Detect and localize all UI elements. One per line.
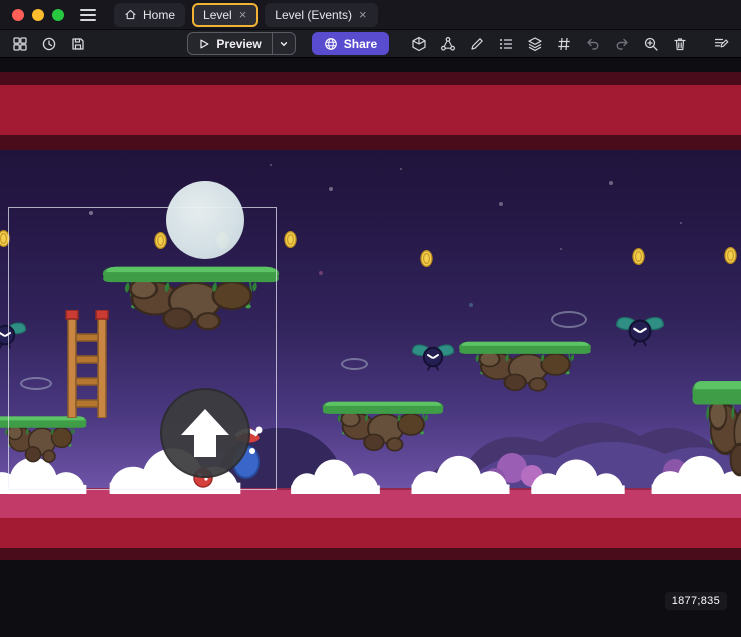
scene-canvas[interactable]: [0, 72, 741, 560]
grid-icon[interactable]: [554, 34, 574, 54]
bat-enemy[interactable]: [410, 340, 456, 374]
menu-icon[interactable]: [80, 9, 96, 21]
preview-button[interactable]: Preview: [187, 32, 295, 55]
floating-island[interactable]: [96, 262, 286, 336]
zoom-in-icon[interactable]: [641, 34, 661, 54]
history-icon[interactable]: [39, 34, 59, 54]
floating-island[interactable]: [454, 338, 596, 396]
bat-enemy[interactable]: [0, 318, 28, 352]
globe-icon: [324, 37, 338, 51]
moon[interactable]: [166, 181, 244, 259]
ufo-ring[interactable]: [551, 311, 587, 328]
ufo-ring[interactable]: [341, 358, 368, 370]
coin[interactable]: [0, 230, 10, 247]
tab-bar: Home Level × Level (Events) ×: [114, 0, 378, 29]
cube-icon[interactable]: [409, 34, 429, 54]
minimize-window-button[interactable]: [32, 9, 44, 21]
layout-panels-icon[interactable]: [10, 34, 30, 54]
coin[interactable]: [154, 232, 167, 249]
floating-island[interactable]: [0, 413, 90, 467]
coin[interactable]: [724, 247, 737, 264]
ground-dark-strip: [0, 548, 741, 560]
tab-label: Level: [203, 8, 232, 22]
floating-island[interactable]: [318, 398, 448, 456]
toolbar: Preview Share: [0, 30, 741, 58]
close-icon[interactable]: ×: [238, 8, 248, 21]
share-label: Share: [344, 37, 377, 51]
close-window-button[interactable]: [12, 9, 24, 21]
tab-level-events[interactable]: Level (Events) ×: [265, 3, 377, 27]
tab-home[interactable]: Home: [114, 3, 185, 27]
trash-icon[interactable]: [670, 34, 690, 54]
object-groups-icon[interactable]: [438, 34, 458, 54]
app-window: Home Level × Level (Events) ×: [0, 0, 741, 637]
toolbar-right-group: [409, 34, 731, 54]
rename-icon[interactable]: [711, 34, 731, 54]
preview-label: Preview: [216, 37, 261, 51]
coordinates-badge: 1877;835: [665, 592, 727, 610]
cloud: [528, 456, 628, 494]
top-red-banner: [0, 72, 741, 150]
close-icon[interactable]: ×: [358, 8, 368, 21]
traffic-lights: [12, 9, 64, 21]
preview-dropdown-button[interactable]: [272, 33, 295, 54]
layers-icon[interactable]: [525, 34, 545, 54]
ladder[interactable]: [64, 310, 110, 418]
up-arrow-button[interactable]: [159, 387, 251, 479]
undo-icon[interactable]: [583, 34, 603, 54]
ground-red-strip: [0, 518, 741, 548]
home-icon: [124, 8, 137, 21]
coin[interactable]: [284, 231, 297, 248]
play-icon: [198, 38, 210, 50]
pencil-icon[interactable]: [467, 34, 487, 54]
chevron-down-icon: [279, 39, 289, 49]
fullscreen-window-button[interactable]: [52, 9, 64, 21]
instances-list-icon[interactable]: [496, 34, 516, 54]
editor-canvas: 1877;835: [0, 58, 741, 637]
floating-island[interactable]: [688, 374, 741, 486]
bat-enemy[interactable]: [614, 312, 666, 350]
redo-icon[interactable]: [612, 34, 632, 54]
cloud: [288, 456, 383, 494]
cloud: [408, 452, 513, 494]
tab-label: Home: [143, 8, 175, 22]
save-icon[interactable]: [68, 34, 88, 54]
tab-label: Level (Events): [275, 8, 352, 22]
titlebar: Home Level × Level (Events) ×: [0, 0, 741, 30]
toolbar-left-group: [10, 34, 88, 54]
share-button[interactable]: Share: [312, 32, 389, 55]
ufo-ring[interactable]: [20, 377, 52, 390]
tab-level[interactable]: Level ×: [192, 3, 258, 27]
coin[interactable]: [632, 248, 645, 265]
coin[interactable]: [420, 250, 433, 267]
